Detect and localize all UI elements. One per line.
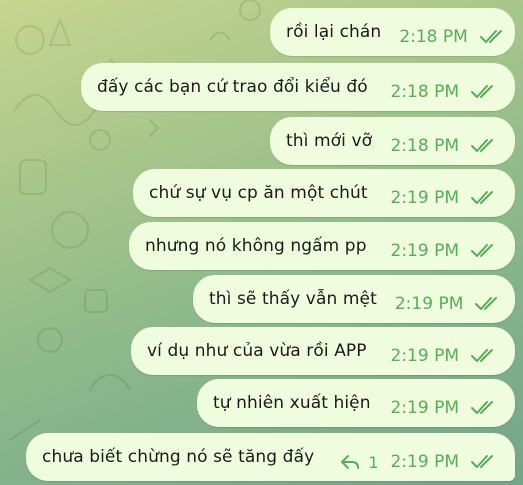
message-meta: 2:19 PM — [373, 178, 498, 208]
message-bubble[interactable]: thì mới vỡ 2:18 PM — [270, 117, 515, 165]
message-meta: 2:18 PM — [373, 126, 498, 156]
message-bubble[interactable]: ví dụ như của vừa rồi APP 2:19 PM — [131, 327, 515, 375]
read-double-check-icon — [479, 30, 502, 43]
message-text: rồi lại chán — [286, 22, 382, 42]
message-text: nhưng nó không ngấm pp — [145, 236, 367, 256]
message-meta: 2:19 PM — [377, 284, 502, 314]
message-text: chưa biết chừng nó sẽ tăng đấy — [42, 447, 315, 467]
message-meta: 2:19 PM — [373, 231, 498, 261]
message-bubble[interactable]: nhưng nó không ngấm pp 2:19 PM — [129, 222, 515, 270]
message-time: 2:19 PM — [390, 188, 460, 208]
read-double-check-icon — [471, 401, 493, 414]
message-time: 2:18 PM — [390, 136, 460, 156]
reply-arrow-icon — [341, 455, 360, 469]
message-bubble[interactable]: chưa biết chừng nó sẽ tăng đấy 1 2:19 PM — [26, 433, 515, 481]
message-text: thì sẽ thấy vẫn mệt — [209, 289, 377, 309]
message-meta: 2:18 PM — [373, 72, 498, 102]
message-time: 2:19 PM — [394, 294, 464, 314]
message-time: 2:19 PM — [390, 398, 460, 418]
message-time: 2:19 PM — [390, 452, 460, 472]
reply-count-button[interactable]: 1 — [340, 452, 379, 472]
message-time: 2:18 PM — [399, 27, 468, 47]
read-double-check-icon — [471, 139, 493, 152]
message-bubble[interactable]: rồi lại chán 2:18 PM — [270, 8, 515, 56]
message-text: thì mới vỡ — [286, 131, 373, 151]
message-meta: 2:19 PM — [373, 388, 498, 418]
message-bubble[interactable]: tự nhiên xuất hiện 2:19 PM — [197, 379, 515, 427]
message-time: 2:18 PM — [390, 82, 460, 102]
read-double-check-icon — [471, 85, 493, 98]
message-bubble[interactable]: chứ sự vụ cp ăn một chút 2:19 PM — [133, 169, 515, 217]
read-double-check-icon — [471, 244, 493, 257]
message-time: 2:19 PM — [390, 346, 460, 366]
message-list: rồi lại chán 2:18 PM đấy các bạn cứ trao… — [0, 0, 523, 485]
message-meta: 1 2:19 PM — [340, 442, 497, 472]
message-bubble[interactable]: đấy các bạn cứ trao đổi kiểu đó 2:18 PM — [81, 63, 515, 111]
message-text: ví dụ như của vừa rồi APP — [147, 341, 367, 361]
read-double-check-icon — [471, 349, 493, 362]
message-meta: 2:19 PM — [373, 336, 498, 366]
message-meta: 2:18 PM — [381, 17, 506, 47]
message-bubble[interactable]: thì sẽ thấy vẫn mệt 2:19 PM — [193, 275, 515, 323]
read-double-check-icon — [471, 455, 493, 468]
read-double-check-icon — [475, 297, 498, 310]
read-double-check-icon — [471, 191, 493, 204]
message-text: tự nhiên xuất hiện — [213, 393, 371, 413]
message-text: chứ sự vụ cp ăn một chút — [149, 183, 368, 203]
message-time: 2:19 PM — [390, 241, 460, 261]
reply-count: 1 — [368, 452, 379, 472]
message-text: đấy các bạn cứ trao đổi kiểu đó — [97, 77, 368, 97]
